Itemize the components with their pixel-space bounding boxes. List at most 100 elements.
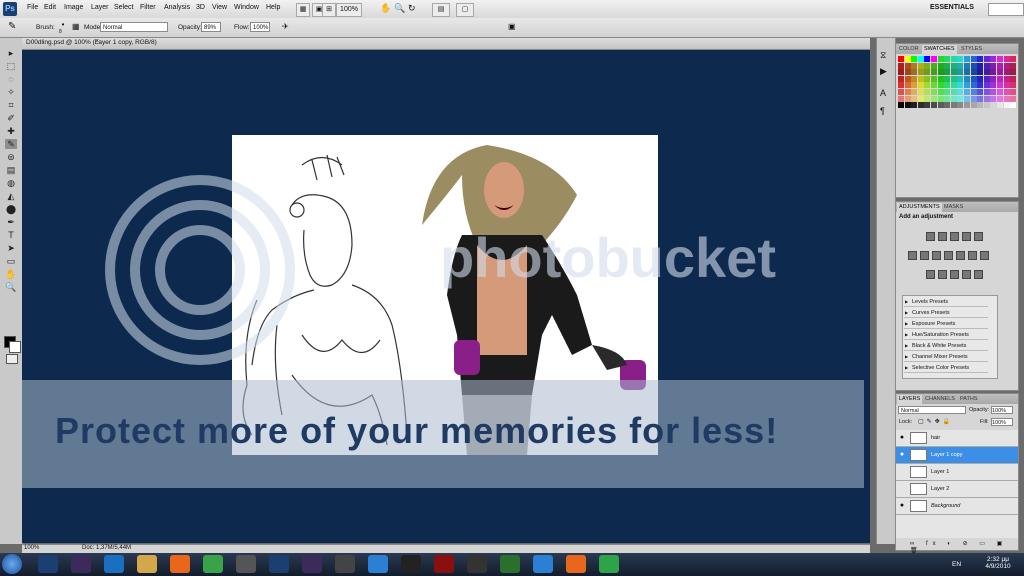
visibility-eye-icon[interactable]: ● (898, 434, 906, 442)
screen-mode-icon[interactable]: ▢ (456, 3, 474, 17)
color-swatch[interactable] (917, 89, 924, 95)
adjustment-icon[interactable] (926, 232, 935, 241)
path-select-icon[interactable]: ➤ (5, 243, 17, 253)
color-swatch[interactable] (990, 62, 997, 69)
color-swatch[interactable] (917, 62, 924, 69)
paragraph-icon[interactable]: ¶ (880, 106, 885, 116)
brush-panel-toggle-icon[interactable]: ▦ (72, 22, 80, 31)
color-swatch[interactable] (1010, 89, 1017, 95)
color-swatch[interactable] (970, 89, 977, 95)
color-swatch[interactable] (957, 95, 964, 102)
visibility-eye-icon[interactable] (898, 485, 906, 493)
adjustment-icon[interactable] (980, 251, 989, 260)
hand-tool-icon[interactable]: ✋ (5, 269, 17, 279)
color-swatch[interactable] (990, 95, 997, 102)
color-swatch[interactable] (950, 89, 957, 95)
color-swatch[interactable] (904, 89, 911, 95)
color-swatch[interactable] (950, 82, 957, 89)
color-swatch[interactable] (970, 82, 977, 89)
ae-icon[interactable] (302, 555, 322, 573)
rotate-view-icon[interactable]: ↻ (408, 3, 416, 14)
blend-mode-dropdown[interactable]: Normal (898, 406, 966, 414)
tab-channels[interactable]: CHANNELS (923, 395, 957, 404)
color-swatch[interactable] (898, 62, 904, 69)
layer-opacity-field[interactable]: 100% (991, 406, 1013, 414)
color-swatch[interactable] (957, 56, 964, 62)
opacity-field[interactable]: 89% (201, 22, 221, 32)
color-swatch[interactable] (977, 75, 984, 82)
color-swatch[interactable] (970, 56, 977, 62)
adjustment-icon[interactable] (908, 251, 917, 260)
color-swatch[interactable] (911, 89, 918, 95)
color-swatch[interactable] (1010, 56, 1017, 62)
eraser-icon[interactable]: ◍ (5, 178, 17, 188)
color-swatch[interactable] (957, 69, 964, 76)
color-swatch[interactable] (1003, 75, 1010, 82)
layer-action-icons[interactable]: ∞ fx ◐ ⊘ ▭ ▣ 🗑 (910, 540, 1018, 554)
color-swatch[interactable] (977, 102, 984, 109)
gamepad-icon[interactable] (335, 555, 355, 573)
visibility-eye-icon[interactable] (898, 468, 906, 476)
background-color-swatch[interactable] (9, 341, 21, 353)
close-document-icon[interactable]: × (95, 38, 99, 45)
quick-mask-icon[interactable] (6, 354, 18, 364)
color-swatch[interactable] (977, 82, 984, 89)
color-swatch[interactable] (911, 82, 918, 89)
layer-row[interactable]: ● hair (896, 430, 1018, 447)
fill-field[interactable]: 100% (991, 418, 1013, 426)
color-swatch[interactable] (1003, 95, 1010, 102)
color-swatch[interactable] (924, 89, 931, 95)
menu-item[interactable]: Window (234, 4, 259, 11)
color-swatch[interactable] (957, 75, 964, 82)
color-swatch[interactable] (1003, 89, 1010, 95)
chat-icon[interactable] (368, 555, 388, 573)
color-swatch[interactable] (898, 89, 904, 95)
adjustment-icon[interactable] (938, 232, 947, 241)
color-swatch[interactable] (964, 102, 970, 109)
color-swatch[interactable] (904, 102, 911, 109)
color-swatch[interactable] (977, 62, 984, 69)
flow-field[interactable]: 100% (250, 22, 270, 32)
tab-styles[interactable]: STYLES (959, 45, 984, 54)
color-swatch[interactable] (898, 82, 904, 89)
color-swatch[interactable] (924, 62, 931, 69)
color-swatch[interactable] (970, 75, 977, 82)
color-swatch[interactable] (898, 75, 904, 82)
color-swatch[interactable] (944, 95, 951, 102)
zoom-tool-icon[interactable]: 🔍 (5, 282, 17, 292)
color-swatch[interactable] (990, 89, 997, 95)
chat2-icon[interactable] (533, 555, 553, 573)
search-input[interactable] (988, 3, 1024, 16)
media-icon[interactable] (467, 555, 487, 573)
menu-item[interactable]: Help (266, 4, 280, 11)
adjustment-icon[interactable] (932, 251, 941, 260)
color-swatch[interactable] (911, 62, 918, 69)
color-swatch[interactable] (898, 56, 904, 62)
color-swatch[interactable] (970, 95, 977, 102)
color-swatch[interactable] (904, 56, 911, 62)
move-tool-icon[interactable]: ▸ (5, 48, 17, 58)
tablet-pressure-icon[interactable]: ▣ (508, 22, 516, 31)
color-swatch[interactable] (977, 69, 984, 76)
preset-item[interactable]: Channel Mixer Presets (904, 352, 988, 362)
preset-item[interactable]: Hue/Saturation Presets (904, 330, 988, 340)
adjustment-icon[interactable] (950, 232, 959, 241)
color-swatch[interactable] (983, 56, 990, 62)
eyedropper-icon[interactable]: ✐ (5, 113, 17, 123)
lasso-tool-icon[interactable]: ◌ (5, 74, 17, 84)
color-swatch[interactable] (898, 69, 904, 76)
color-swatch[interactable] (997, 75, 1003, 82)
color-swatch[interactable] (950, 62, 957, 69)
color-swatch[interactable] (931, 62, 937, 69)
color-swatch[interactable] (924, 75, 931, 82)
color-swatch[interactable] (917, 82, 924, 89)
blur-icon[interactable]: ⬤ (5, 204, 17, 214)
adjustment-icon[interactable] (974, 232, 983, 241)
color-swatch[interactable] (944, 56, 951, 62)
color-swatch[interactable] (977, 56, 984, 62)
folder-icon[interactable] (137, 555, 157, 573)
color-swatch[interactable] (904, 62, 911, 69)
zoom-status[interactable]: 100% (24, 545, 39, 551)
brush-icon[interactable] (236, 555, 256, 573)
menu-item[interactable]: File (27, 4, 38, 11)
